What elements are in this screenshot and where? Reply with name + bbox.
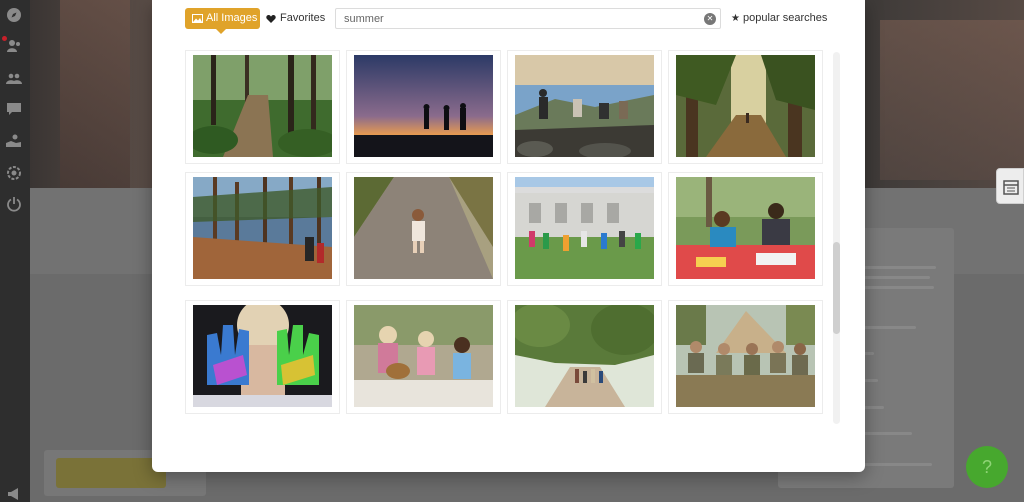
family-walk-trees-photo <box>515 305 654 407</box>
background-card-line <box>860 326 916 329</box>
compass-icon[interactable] <box>6 7 22 23</box>
image-thumbnail[interactable] <box>346 172 501 286</box>
side-panel-tab[interactable] <box>996 168 1024 204</box>
sidebar <box>0 0 30 502</box>
active-tab-pointer <box>216 29 226 34</box>
forest-path-photo <box>193 55 332 157</box>
image-icon <box>192 14 203 23</box>
kids-playing-tug-photo <box>515 177 654 279</box>
image-thumbnail[interactable] <box>507 50 662 164</box>
girls-with-ukulele-photo <box>354 305 493 407</box>
popular-searches-label: popular searches <box>743 12 828 24</box>
star-icon: ★ <box>731 13 740 24</box>
image-picker-toolbar: All Images Favorites ✕ ★ popular searche… <box>152 0 865 44</box>
image-thumbnail[interactable] <box>185 50 340 164</box>
background-card-line <box>860 276 930 279</box>
scrollbar-thumb[interactable] <box>833 242 840 334</box>
background-image-detail <box>60 0 130 188</box>
sunset-silhouettes-photo <box>354 55 493 157</box>
background-card-line <box>860 286 934 289</box>
campers-with-tent-photo <box>676 305 815 407</box>
image-picker-modal: All Images Favorites ✕ ★ popular searche… <box>152 0 865 472</box>
tab-favorites-label: Favorites <box>280 12 326 24</box>
popular-searches-link[interactable]: ★ popular searches <box>731 8 827 29</box>
pine-forest-hike-photo <box>193 177 332 279</box>
painted-hands-photo <box>193 305 332 407</box>
image-thumbnail[interactable] <box>507 172 662 286</box>
sunlit-forest-photo <box>676 55 815 157</box>
group-icon[interactable] <box>6 70 22 86</box>
question-icon: ? <box>981 457 992 477</box>
help-button[interactable]: ? <box>966 446 1008 488</box>
child-on-road-photo <box>354 177 493 279</box>
search-input[interactable] <box>344 11 694 27</box>
image-thumbnail[interactable] <box>507 300 662 414</box>
hikers-on-rocks-photo <box>515 55 654 157</box>
kids-crafting-table-photo <box>676 177 815 279</box>
chat-icon[interactable] <box>6 101 22 117</box>
background-image-detail <box>880 20 1024 180</box>
image-thumbnail[interactable] <box>668 300 823 414</box>
handshake-icon[interactable] <box>6 133 22 149</box>
background-action-button <box>56 458 166 488</box>
power-icon[interactable] <box>6 196 22 212</box>
image-thumbnail[interactable] <box>668 172 823 286</box>
heart-icon <box>266 14 276 23</box>
image-thumbnail[interactable] <box>346 300 501 414</box>
users-icon[interactable] <box>6 38 22 54</box>
scrollbar-track[interactable] <box>833 52 840 424</box>
tab-favorites[interactable]: Favorites <box>266 8 325 29</box>
clear-search-icon[interactable]: ✕ <box>704 13 716 25</box>
background-card-line <box>860 463 932 466</box>
image-thumbnail[interactable] <box>346 50 501 164</box>
background-card-line <box>860 266 936 269</box>
image-thumbnail[interactable] <box>185 300 340 414</box>
megaphone-icon[interactable] <box>6 486 22 502</box>
image-thumbnail[interactable] <box>185 172 340 286</box>
image-search-box: ✕ <box>335 8 721 29</box>
tab-all-images-label: All Images <box>206 12 258 24</box>
image-grid <box>185 50 830 430</box>
background-card-line <box>860 432 912 435</box>
calendar-icon <box>1003 180 1019 195</box>
settings-icon[interactable] <box>6 165 22 181</box>
image-thumbnail[interactable] <box>668 50 823 164</box>
tab-all-images[interactable]: All Images <box>185 8 260 34</box>
